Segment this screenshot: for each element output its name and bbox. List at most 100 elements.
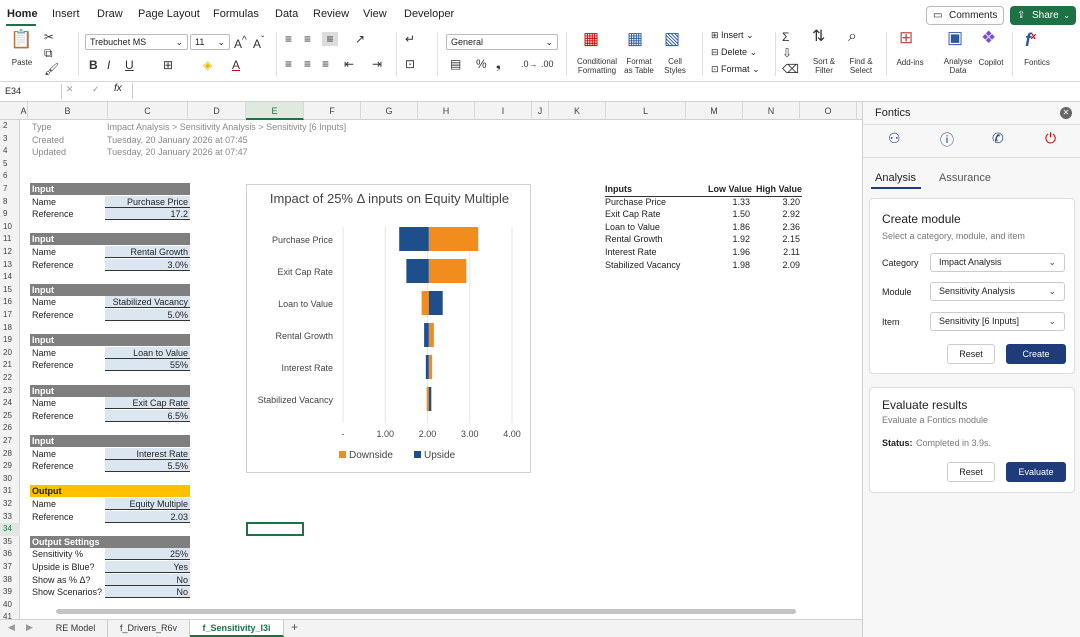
find-select-icon[interactable]: ⌕ [848, 29, 857, 45]
row-header-18[interactable]: 18 [0, 322, 20, 335]
decrease-font-icon[interactable]: Aˇ [253, 34, 264, 51]
row-header-11[interactable]: 11 [0, 233, 20, 246]
confirm-icon[interactable]: ✓ [92, 84, 100, 95]
row-header-34[interactable]: 34 [0, 523, 20, 536]
row-header-5[interactable]: 5 [0, 158, 20, 171]
row-header-10[interactable]: 10 [0, 221, 20, 234]
row-header-20[interactable]: 20 [0, 347, 20, 360]
create-button[interactable]: Create [1006, 344, 1066, 364]
tab-analysis[interactable]: Analysis [875, 172, 916, 184]
row-header-3[interactable]: 3 [0, 133, 20, 146]
format-painter-icon[interactable]: 🖌 [44, 62, 59, 76]
input-reference-cell[interactable]: 3.0% [105, 258, 190, 271]
row-header-22[interactable]: 22 [0, 372, 20, 385]
tornado-chart[interactable]: Impact of 25% Δ inputs on Equity Multipl… [246, 184, 531, 473]
row-header-21[interactable]: 21 [0, 359, 20, 372]
comma-style-icon[interactable]: ❟ [496, 57, 501, 71]
horizontal-scrollbar[interactable] [56, 609, 796, 614]
row-header-29[interactable]: 29 [0, 460, 20, 473]
module-select[interactable]: Sensitivity Analysis ⌄ [930, 282, 1065, 301]
share-button[interactable]: ⇪ Share ⌄ [1010, 6, 1076, 25]
table-cell[interactable]: Stabilized Vacancy [605, 259, 697, 272]
copy-icon[interactable]: ⧉ [44, 46, 53, 60]
row-header-23[interactable]: 23 [0, 385, 20, 398]
underline-icon[interactable]: U [125, 58, 134, 72]
input-reference-cell[interactable]: 5.5% [105, 460, 190, 473]
table-cell[interactable]: Loan to Value [605, 221, 697, 234]
format-as-table-icon[interactable]: ▦ [627, 30, 643, 47]
column-header-i[interactable]: I [475, 102, 532, 120]
wrap-text-icon[interactable]: ↵ [405, 32, 415, 46]
paste-icon[interactable]: 📋 [10, 30, 32, 48]
row-header-9[interactable]: 9 [0, 208, 20, 221]
orientation-icon[interactable]: ↗ [355, 32, 365, 46]
cut-icon[interactable]: ✂ [44, 30, 54, 44]
autosum-icon[interactable]: Σ [782, 30, 789, 44]
delete-cells-button[interactable]: ⊟ Delete ⌄ [711, 47, 757, 58]
table-cell[interactable]: 2.09 [752, 259, 802, 272]
input-name-cell[interactable]: Interest Rate [105, 447, 190, 460]
clear-icon[interactable]: ⌫ [782, 62, 799, 76]
bold-icon[interactable]: B [89, 58, 98, 72]
column-header-d[interactable]: D [188, 102, 246, 120]
table-cell[interactable]: 3.20 [752, 196, 802, 209]
increase-decimal-icon[interactable]: .0→ [521, 57, 538, 71]
row-header-2[interactable]: 2 [0, 120, 20, 133]
cancel-icon[interactable]: ✕ [66, 84, 74, 95]
input-name-cell[interactable]: Exit Cap Rate [105, 397, 190, 410]
tab-review[interactable]: Review [313, 8, 349, 20]
item-select[interactable]: Sensitivity [6 Inputs] ⌄ [930, 312, 1065, 331]
row-header-37[interactable]: 37 [0, 561, 20, 574]
format-cells-button[interactable]: ⊡ Format ⌄ [711, 64, 760, 75]
tab-home[interactable]: Home [7, 8, 38, 20]
row-header-41[interactable]: 41 [0, 611, 20, 619]
row-header-38[interactable]: 38 [0, 574, 20, 587]
column-header-l[interactable]: L [606, 102, 686, 120]
row-header-7[interactable]: 7 [0, 183, 20, 196]
font-size-select[interactable]: 11 ⌄ [190, 34, 230, 50]
row-header-15[interactable]: 15 [0, 284, 20, 297]
next-sheet-icon[interactable]: ▶ [26, 622, 33, 633]
input-name-cell[interactable]: Purchase Price [105, 195, 190, 208]
tab-assurance[interactable]: Assurance [939, 172, 991, 184]
close-icon[interactable]: ✕ [1060, 107, 1072, 119]
table-cell[interactable]: Exit Cap Rate [605, 208, 697, 221]
align-bottom-icon[interactable]: ≡ [322, 32, 338, 46]
comments-button[interactable]: ▭ Comments [926, 6, 1004, 25]
input-reference-cell[interactable]: 2.03 [105, 510, 190, 523]
column-header-g[interactable]: G [361, 102, 418, 120]
tab-draw[interactable]: Draw [97, 8, 123, 20]
row-header-32[interactable]: 32 [0, 498, 20, 511]
table-cell[interactable]: 1.86 [697, 221, 752, 234]
selected-cell[interactable] [246, 522, 304, 536]
table-cell[interactable]: 1.98 [697, 259, 752, 272]
table-cell[interactable]: 1.50 [697, 208, 752, 221]
table-cell[interactable]: Rental Growth [605, 233, 697, 246]
row-header-13[interactable]: 13 [0, 259, 20, 272]
row-header-28[interactable]: 28 [0, 448, 20, 461]
tab-formulas[interactable]: Formulas [213, 8, 259, 20]
sheet-tab-drivers[interactable]: f_Drivers_R6v [108, 620, 190, 637]
table-cell[interactable]: 1.92 [697, 233, 752, 246]
input-name-cell[interactable]: Equity Multiple [105, 498, 190, 510]
column-header-e[interactable]: E [246, 102, 304, 120]
column-header-b[interactable]: B [28, 102, 108, 120]
evaluate-button[interactable]: Evaluate [1006, 462, 1066, 482]
setting-value-cell[interactable]: 25% [105, 548, 190, 561]
add-ins-icon[interactable]: ⊞ [899, 29, 913, 46]
table-cell[interactable]: Purchase Price [605, 196, 697, 209]
align-right-icon[interactable]: ≡ [322, 57, 329, 71]
row-header-25[interactable]: 25 [0, 410, 20, 423]
row-header-24[interactable]: 24 [0, 397, 20, 410]
column-header-o[interactable]: O [800, 102, 857, 120]
align-top-icon[interactable]: ≡ [285, 32, 292, 46]
setting-value-cell[interactable]: Yes [105, 561, 190, 573]
increase-indent-icon[interactable]: ⇥ [372, 57, 382, 71]
setting-value-cell[interactable]: No [105, 573, 190, 586]
align-center-icon[interactable]: ≡ [304, 57, 311, 71]
align-left-icon[interactable]: ≡ [285, 57, 292, 71]
row-header-14[interactable]: 14 [0, 271, 20, 284]
table-cell[interactable]: 2.15 [752, 233, 802, 246]
category-select[interactable]: Impact Analysis ⌄ [930, 253, 1065, 272]
input-reference-cell[interactable]: 55% [105, 359, 190, 372]
